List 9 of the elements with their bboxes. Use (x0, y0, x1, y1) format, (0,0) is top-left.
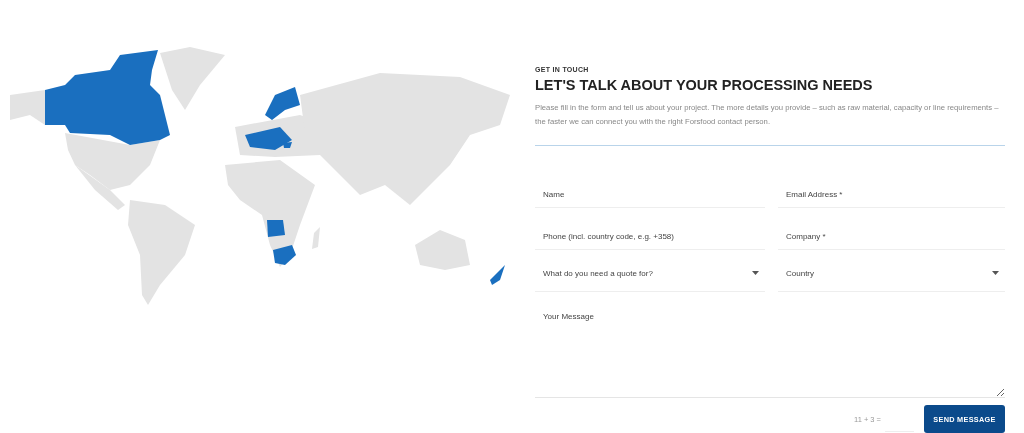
dropdown-field[interactable]: What do you need a quote for? (535, 248, 765, 292)
section-title: LET'S TALK ABOUT YOUR PROCESSING NEEDS (535, 77, 874, 93)
input-field[interactable]: Phone (incl. country code, e.g. +358) (535, 206, 765, 250)
input-field[interactable]: Email Address * (778, 164, 1005, 208)
input-field[interactable]: Name (535, 164, 765, 208)
dropdown-field[interactable]: Country (778, 248, 1005, 292)
caret-icon (992, 271, 999, 276)
input-field[interactable]: Company * (778, 206, 1005, 250)
caret-icon (752, 271, 759, 276)
